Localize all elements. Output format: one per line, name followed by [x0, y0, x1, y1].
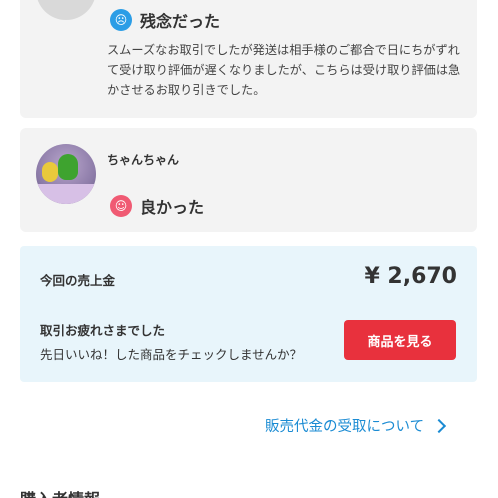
section-heading: 購入者情報	[20, 486, 100, 498]
thanks-title: 取引お疲れさまでした	[40, 323, 166, 338]
review-comment: スムーズなお取引でしたが発送は相手様のご都合で日にちがずれて受け取り評価が遅くな…	[107, 43, 461, 97]
sales-proceeds-link-label[interactable]: 販売代金の受取について	[265, 415, 424, 436]
sales-amount-label: 今回の売上金	[40, 273, 116, 288]
happy-face-icon: ☺	[110, 195, 132, 217]
review-rating-row: ☺ 良かった	[110, 194, 204, 218]
sales-amount-value: ¥ 2,670	[364, 264, 457, 289]
avatar[interactable]	[36, 144, 96, 204]
review-rating-row: ☹ 残念だった	[110, 8, 220, 32]
reviewer-username[interactable]: ちゃんちゃん	[107, 151, 179, 168]
thanks-subtitle: 先日いいね！した商品をチェックしませんか？	[40, 347, 303, 362]
sales-proceeds-link[interactable]: 販売代金の受取について	[265, 415, 447, 436]
chevron-right-icon	[432, 418, 447, 433]
review-rating-label: 残念だった	[140, 12, 221, 31]
transaction-complete-page: ☹ 残念だった スムーズなお取引でしたが発送は相手様のご都合で日にちがずれて受け…	[0, 0, 498, 498]
view-products-button[interactable]: 商品を見る	[344, 320, 456, 360]
sad-face-icon: ☹	[110, 9, 132, 31]
sales-summary-card: 今回の売上金 ¥ 2,670 取引お疲れさまでした 先日いいね！した商品をチェッ…	[20, 246, 477, 382]
review-rating-label: 良かった	[140, 198, 205, 217]
